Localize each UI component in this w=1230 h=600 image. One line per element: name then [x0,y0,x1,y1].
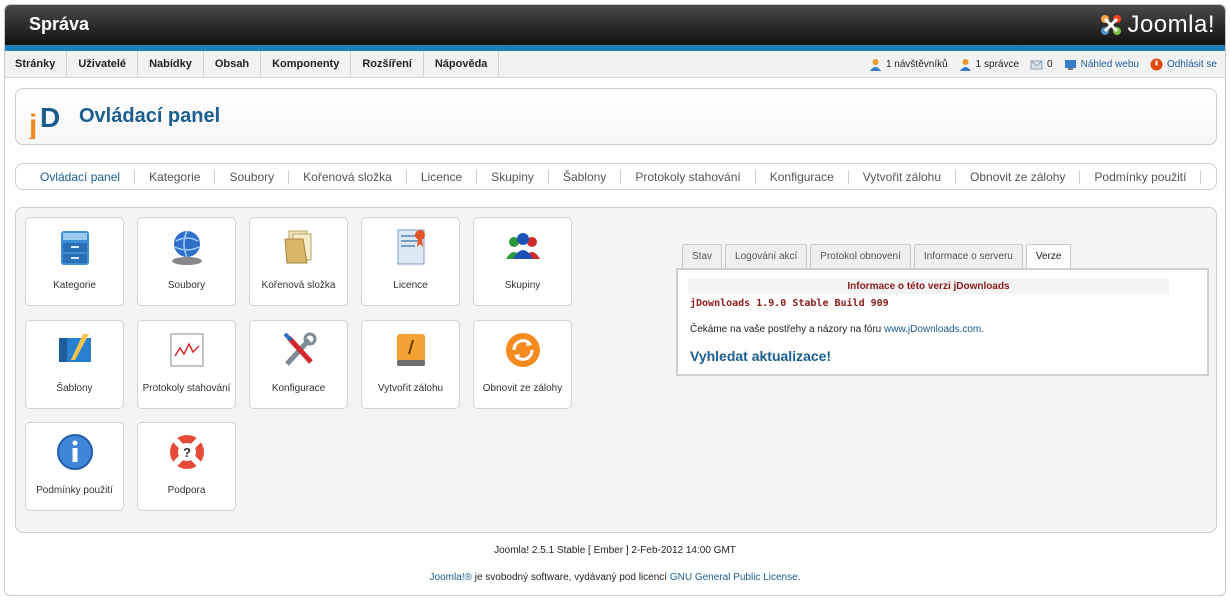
tab-stav[interactable]: Stav [682,244,723,268]
card-podminky[interactable]: Podmínky použití [25,422,124,511]
submenu-item-sablony[interactable]: Šablony [549,169,622,184]
menu-bar: Stránky Uživatelé Nabídky Obsah Komponen… [5,51,1225,78]
restore-icon [506,333,540,367]
admin-user-icon [959,59,971,71]
card-protokoly-label: Protokoly stahování [142,383,231,394]
version-tab-content: Informace o této verzi jDownloads jDownl… [676,268,1209,376]
card-korenova-label: Kořenová složka [261,280,336,291]
svg-text:?: ? [183,445,191,460]
card-skupiny[interactable]: Skupiny [473,217,572,306]
page-header: j D Ovládací panel [15,88,1217,145]
info-icon [57,434,93,470]
cabinet-icon [61,231,89,265]
card-soubory[interactable]: Soubory [137,217,236,306]
card-protokoly[interactable]: Protokoly stahování [137,320,236,409]
tab-verze[interactable]: Verze [1025,244,1072,269]
submenu-item-skupiny[interactable]: Skupiny [477,169,549,184]
menu-item-stranky[interactable]: Stránky [5,51,68,77]
forum-link[interactable]: www.jDownloads.com [884,324,981,335]
backup-drive-icon [397,334,425,366]
card-obnovit-label: Obnovit ze zálohy [482,383,563,394]
check-updates-link[interactable]: Vyhledat aktualizace! [690,348,831,364]
gpl-link[interactable]: GNU General Public License [670,572,798,583]
admin-title: Správa [29,14,90,34]
tools-icon [283,332,317,366]
menu-item-nabidky[interactable]: Nabídky [138,51,204,77]
submenu-item-vytvorit-zalohu[interactable]: Vytvořit zálohu [849,169,957,184]
card-podpora[interactable]: ? Podpora [137,422,236,511]
tab-protokol-obnoveni[interactable]: Protokol obnovení [810,244,911,268]
card-licence-label: Licence [393,280,428,291]
card-konfigurace[interactable]: Konfigurace [249,320,348,409]
submenu-item-obnovit[interactable]: Obnovit ze zálohy [956,169,1081,184]
admins-status: 1 správce [959,58,1019,71]
card-skupiny-label: Skupiny [504,280,541,291]
card-podpora-label: Podpora [167,485,206,496]
logout-link[interactable]: Odhlásit se [1150,58,1217,71]
group-users-icon [506,233,540,259]
template-icon [59,334,91,362]
messages-icon [1030,60,1043,70]
info-tabs-panel: Stav Logování akcí Protokol obnovení Inf… [676,240,1209,376]
monitor-icon [1064,60,1076,70]
card-licence[interactable]: Licence [361,217,460,306]
globe-drive-icon [172,230,202,265]
card-sablony[interactable]: Šablony [25,320,124,409]
svg-text:D: D [40,102,60,133]
tab-informace-server[interactable]: Informace o serveru [913,244,1023,268]
log-chart-icon [170,333,204,367]
svg-text:j: j [28,109,37,139]
menu-item-rozsireni[interactable]: Rozšíření [351,51,424,77]
jdownloads-logo-icon: j D [28,102,60,139]
joomla-link[interactable]: Joomla!® [430,572,472,583]
card-zaloha-label: Vytvořit zálohu [377,383,444,394]
card-podminky-label: Podmínky použití [36,485,113,496]
submenu-item-soubory[interactable]: Soubory [215,169,290,184]
logout-icon [1150,58,1163,71]
tab-logovani[interactable]: Logování akcí [725,244,808,268]
card-zaloha[interactable]: Vytvořit zálohu [361,320,460,409]
version-heading: Informace o této verzi jDownloads [688,279,1169,294]
joomla-logo[interactable]: Joomla! [1097,9,1215,41]
card-kategorie[interactable]: Kategorie [25,217,124,306]
footer-license: Joomla!® je svobodný software, vydávaný … [429,572,801,583]
menu-item-uzivatele[interactable]: Uživatelé [67,51,139,77]
footer-version: Joomla! 2.5.1 Stable [ Ember ] 2-Feb-201… [494,545,736,556]
feedback-text: Čekáme na vaše postřehy a názory na fóru… [690,324,985,335]
lifebuoy-icon: ? [170,435,204,469]
menu-item-obsah[interactable]: Obsah [204,51,262,77]
status-area: 1 návštěvníků 1 správce 0 Náhled webu Od… [858,51,1217,78]
submenu-item-protokoly[interactable]: Protokoly stahování [621,169,756,184]
submenu-item-konfigurace[interactable]: Konfigurace [756,169,849,184]
card-konfigurace-label: Konfigurace [271,383,326,394]
submenu-item-kategorie[interactable]: Kategorie [135,169,216,184]
version-string: jDownloads 1.9.0 Stable Build 909 [690,298,889,309]
submenu-item-licence[interactable]: Licence [407,169,478,184]
submenu-item-ovladaci-panel[interactable]: Ovládací panel [26,169,136,184]
preview-link[interactable]: Náhled webu [1064,58,1139,71]
users-icon [869,59,881,71]
visitors-status: 1 návštěvníků [869,58,948,71]
menu-item-napoveda[interactable]: Nápověda [424,51,500,77]
joomla-logo-icon [1101,15,1122,35]
page-title: Ovládací panel [79,105,221,127]
folder-documents-icon [284,230,312,264]
logo-text: Joomla! [1127,11,1215,38]
menu-item-komponenty[interactable]: Komponenty [261,51,352,77]
admin-window: Správa Joomla! Stránky Uživatelé Nabídky… [4,4,1226,596]
card-soubory-label: Soubory [167,280,206,291]
certificate-icon [397,229,425,265]
card-sablony-label: Šablony [56,383,93,394]
messages-status[interactable]: 0 [1030,58,1053,71]
header-bar: Správa Joomla! [5,5,1225,45]
card-kategorie-label: Kategorie [53,280,96,291]
card-obnovit[interactable]: Obnovit ze zálohy [473,320,572,409]
info-tabs: Stav Logování akcí Protokol obnovení Inf… [682,244,1074,269]
card-korenova[interactable]: Kořenová složka [249,217,348,306]
submenu: Ovládací panel Kategorie Soubory Kořenov… [15,163,1217,190]
control-panel: Kategorie Soubory Kořenová složka Licenc… [15,207,1217,533]
submenu-item-podminky[interactable]: Podmínky použití [1080,169,1202,184]
submenu-item-korenova-slozka[interactable]: Kořenová složka [289,169,407,184]
